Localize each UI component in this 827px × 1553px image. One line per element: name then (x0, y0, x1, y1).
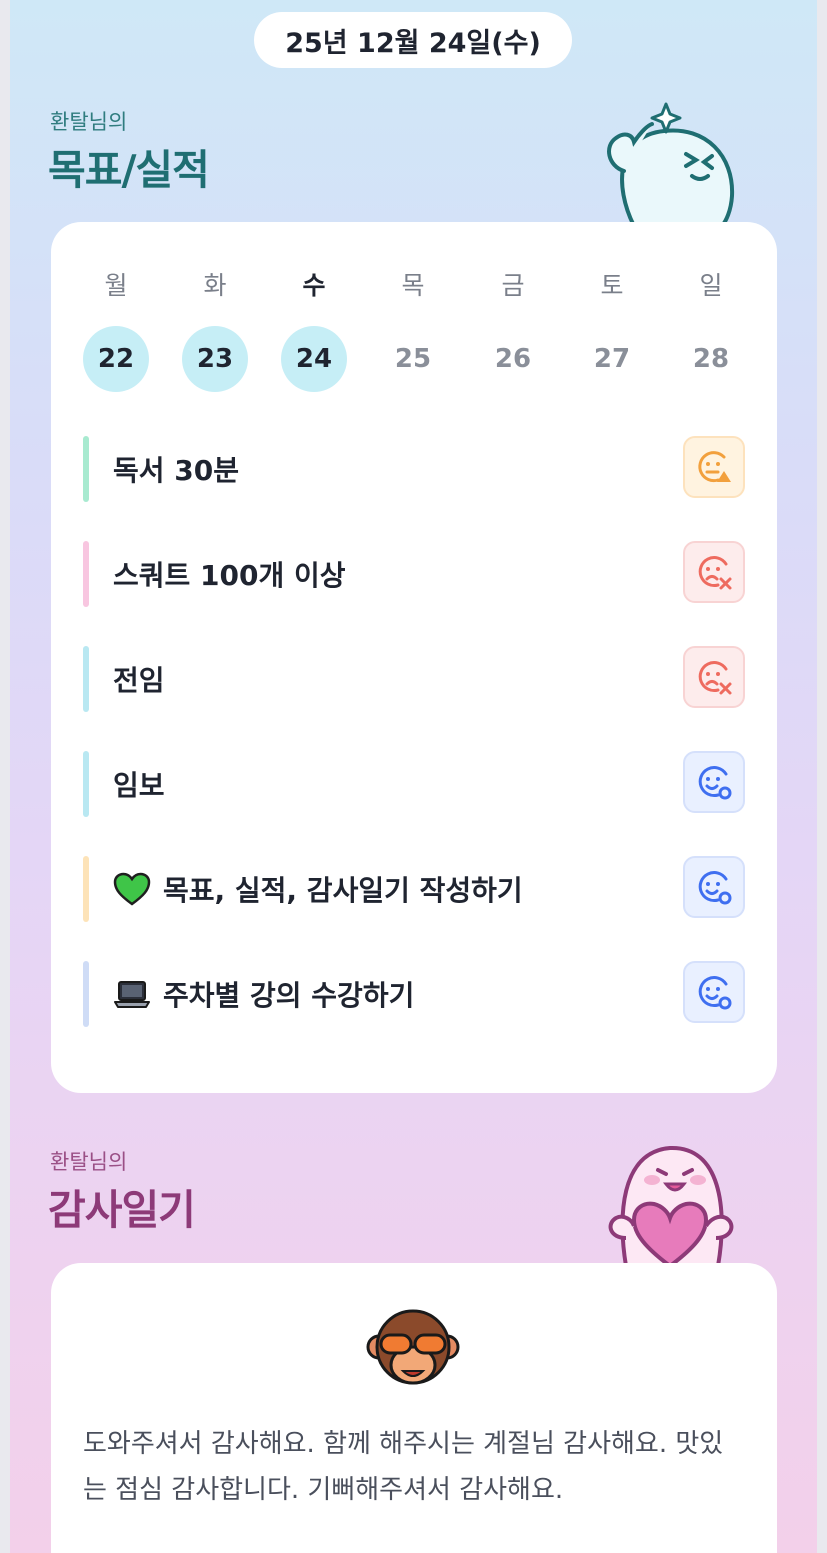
goal-row[interactable]: 전임 (83, 646, 745, 712)
face-done-icon (698, 871, 732, 905)
status-done-button[interactable] (683, 856, 745, 918)
goal-color-bar (83, 541, 89, 607)
ghost-heart-mascot-icon (608, 1145, 734, 1266)
weekday-label-today: 수 (302, 271, 326, 300)
goals-card: 월 화 수 목 금 토 일 22 23 24 25 26 27 28 독서 30… (51, 222, 777, 1093)
face-done-icon (698, 766, 732, 800)
face-fail-icon (698, 661, 732, 695)
goal-row[interactable]: 주차별 강의 수강하기 (83, 961, 745, 1027)
goal-label-text: 스쿼트 100개 이상 (113, 559, 346, 592)
weekday-label: 금 (501, 271, 525, 300)
day-button[interactable]: 23 (182, 326, 248, 392)
status-done-button[interactable] (683, 751, 745, 813)
goal-label: 전임 (113, 646, 165, 712)
goal-color-bar (83, 436, 89, 502)
day-button[interactable]: 27 (579, 326, 645, 392)
weekday-label: 목 (401, 271, 425, 300)
goal-label-text: 목표, 실적, 감사일기 작성하기 (163, 874, 523, 907)
goal-color-bar (83, 646, 89, 712)
diary-entry-text: 도와주셔서 감사해요. 함께 해주시는 계절님 감사해요. 맛있는 점심 감사합… (83, 1429, 724, 1505)
goal-label: 주차별 강의 수강하기 (113, 961, 414, 1027)
goal-label-text: 전임 (113, 664, 165, 697)
see-no-evil-monkey-icon (366, 1309, 460, 1385)
day-button[interactable]: 28 (678, 326, 744, 392)
goal-color-bar (83, 856, 89, 922)
goal-color-bar (83, 751, 89, 817)
app-page: 25년 12월 24일(수) 환탈님의 목표/실적 월 화 수 목 금 토 일 … (10, 0, 817, 1553)
goal-label: 임보 (113, 751, 165, 817)
status-done-button[interactable] (683, 961, 745, 1023)
day-button[interactable]: 25 (380, 326, 446, 392)
laptop-icon (113, 979, 151, 1009)
weekday-label: 화 (203, 271, 227, 300)
day-button[interactable]: 22 (83, 326, 149, 392)
goal-label-text: 독서 30분 (113, 454, 239, 487)
date-pill[interactable]: 25년 12월 24일(수) (254, 12, 572, 68)
goal-row[interactable]: 독서 30분 (83, 436, 745, 502)
goal-label-text: 주차별 강의 수강하기 (163, 979, 415, 1012)
status-fail-button[interactable] (683, 541, 745, 603)
goal-row[interactable]: 목표, 실적, 감사일기 작성하기 (83, 856, 745, 922)
ghost-mascot-icon (607, 102, 735, 226)
face-warning-icon (698, 451, 731, 483)
day-button[interactable]: 26 (480, 326, 546, 392)
face-fail-icon (698, 556, 732, 590)
status-partial-button[interactable] (683, 436, 745, 498)
face-done-icon (698, 976, 732, 1010)
goal-label-text: 임보 (113, 769, 165, 802)
goal-row[interactable]: 스쿼트 100개 이상 (83, 541, 745, 607)
goal-color-bar (83, 961, 89, 1027)
goal-label: 스쿼트 100개 이상 (113, 541, 346, 607)
diary-card: 도와주셔서 감사해요. 함께 해주시는 계절님 감사해요. 맛있는 점심 감사합… (51, 1263, 777, 1553)
goals-owner-label: 환탈님의 (50, 110, 128, 134)
diary-section-title: 감사일기 (48, 1186, 196, 1234)
diary-owner-label: 환탈님의 (50, 1150, 128, 1174)
goal-row[interactable]: 임보 (83, 751, 745, 817)
status-fail-button[interactable] (683, 646, 745, 708)
goal-label: 목표, 실적, 감사일기 작성하기 (113, 856, 523, 922)
goal-label: 독서 30분 (113, 436, 239, 502)
goals-section-title: 목표/실적 (48, 146, 210, 194)
weekday-label: 토 (600, 271, 624, 300)
weekday-label: 월 (104, 271, 128, 300)
weekday-label: 일 (699, 271, 723, 300)
day-button-today[interactable]: 24 (281, 326, 347, 392)
green-heart-icon (113, 872, 151, 906)
